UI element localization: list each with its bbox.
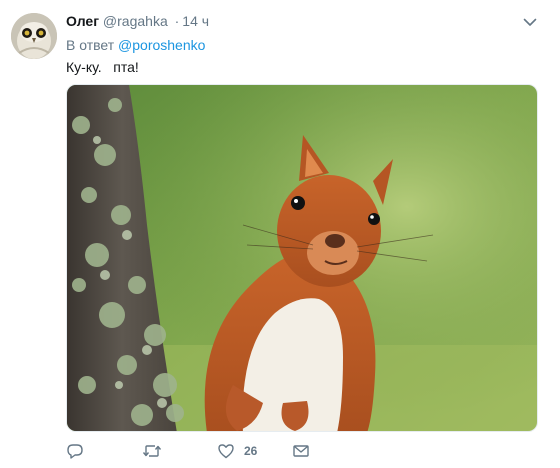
reply-button[interactable] [66,440,84,462]
reply-mention-link[interactable]: @poroshenko [118,37,205,53]
reply-icon [67,444,83,459]
tweet-actions: 26 [66,440,546,462]
author-handle[interactable]: @ragahka [103,13,168,29]
retweet-icon [142,445,162,457]
retweet-button[interactable] [142,440,162,462]
tweet-text: Ку-ку. пта! [66,59,139,75]
direct-message-button[interactable] [292,440,310,462]
tweet-header: Олег @ragahka · 14 ч [66,12,209,30]
tweet-time[interactable]: 14 ч [182,13,209,29]
tweet-photo[interactable] [66,84,538,432]
author-name[interactable]: Олег [66,13,99,29]
envelope-icon [293,445,309,457]
like-button[interactable]: 26 [217,440,257,462]
reply-prefix: В ответ [66,37,115,53]
tweet: Олег @ragahka · 14 ч В ответ @poroshenko … [0,0,560,468]
squirrel-photo [67,85,537,431]
owl-avatar-image [11,13,57,59]
reply-context: В ответ @poroshenko [66,36,205,54]
chevron-down-icon[interactable] [522,14,538,30]
like-count: 26 [244,444,258,458]
avatar[interactable] [11,13,57,59]
heart-icon [218,444,234,459]
separator-dot: · [174,13,180,29]
